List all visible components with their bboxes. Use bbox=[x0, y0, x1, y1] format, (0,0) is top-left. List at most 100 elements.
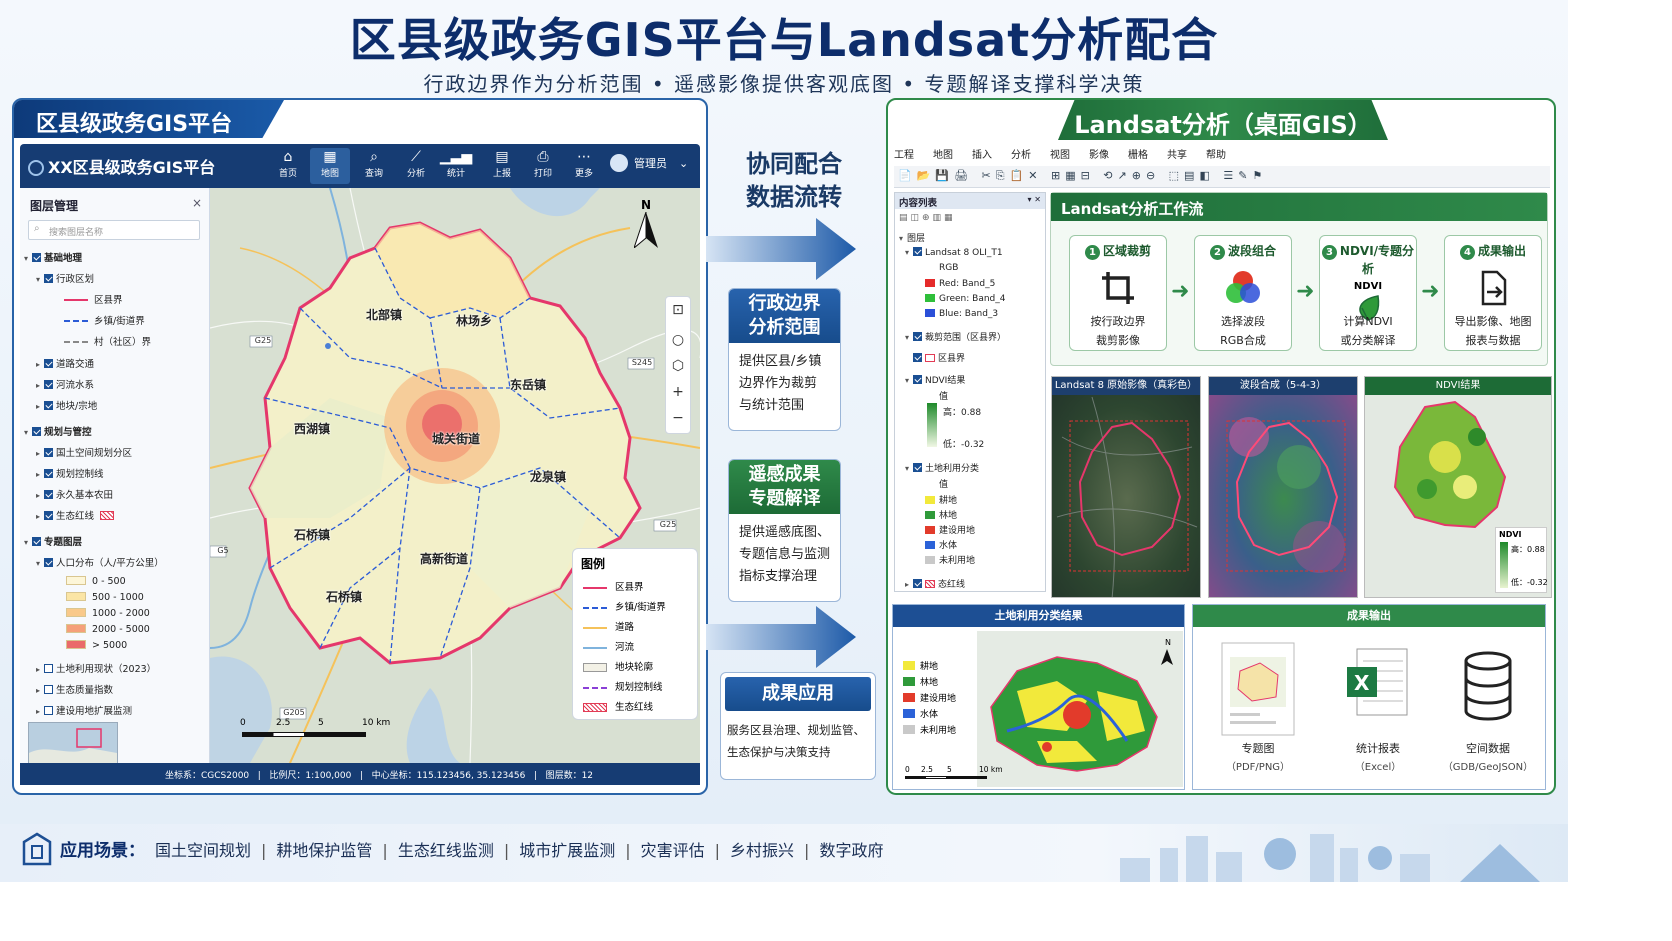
layer-checkbox[interactable] bbox=[44, 490, 53, 499]
chevron-down-icon[interactable]: ▾ bbox=[899, 234, 907, 243]
chevron-right-icon[interactable]: ▸ bbox=[36, 491, 44, 500]
nav-print[interactable]: ⎙ 打印 bbox=[523, 148, 563, 184]
chevron-down-icon[interactable]: ▾ bbox=[905, 376, 913, 385]
nav-more[interactable]: ⋯ 更多 bbox=[564, 148, 604, 184]
tree-planning[interactable]: ▾ 规划与管控 bbox=[24, 424, 92, 438]
zoom-in-button[interactable]: + bbox=[666, 379, 690, 405]
layer-checkbox[interactable] bbox=[32, 253, 41, 262]
tree-eco-index[interactable]: ▸ 生态质量指数 bbox=[36, 682, 113, 696]
workflow-step-4[interactable]: 4 成果输出 导出影像、地图 报表与数据 bbox=[1444, 235, 1542, 351]
output-excel[interactable]: X 统计报表 （Excel） bbox=[1323, 641, 1433, 773]
zoom-out-button[interactable]: − bbox=[666, 405, 690, 431]
tree-farmland[interactable]: ▸ 永久基本农田 bbox=[36, 487, 113, 501]
menu-item[interactable]: 地图 bbox=[933, 150, 953, 161]
chevron-right-icon[interactable]: ▸ bbox=[36, 686, 44, 695]
pin-icon[interactable]: ▾ ✕ bbox=[1027, 195, 1041, 204]
chevron-down-icon[interactable]: ▾ bbox=[24, 254, 32, 263]
layer-checkbox[interactable] bbox=[44, 380, 53, 389]
nav-report[interactable]: ▤ 上报 bbox=[482, 148, 522, 184]
tree-county-boundary[interactable]: 区县界 bbox=[64, 292, 123, 306]
tree-landuse[interactable]: ▸ 土地利用现状（2023） bbox=[36, 661, 156, 675]
layer-checkbox[interactable] bbox=[44, 558, 53, 567]
chevron-right-icon[interactable]: ▸ bbox=[36, 665, 44, 674]
tree-village-boundary[interactable]: 村（社区）界 bbox=[64, 334, 151, 348]
layer-search-input[interactable]: ⌕ 搜索图层名称 bbox=[28, 220, 200, 240]
tree-town-boundary[interactable]: 乡镇/街道界 bbox=[64, 313, 145, 327]
chevron-down-icon[interactable]: ▾ bbox=[905, 333, 913, 342]
layer-checkbox[interactable] bbox=[913, 579, 922, 588]
tree-expansion[interactable]: ▸ 建设用地扩展监测 bbox=[36, 703, 132, 717]
toc-item[interactable]: ▾ Landsat 8 OLI_T1 bbox=[905, 247, 1003, 258]
toc-item[interactable]: ▾ 图层 bbox=[899, 231, 925, 244]
tree-population[interactable]: ▾ 人口分布（人/平方公里） bbox=[36, 555, 164, 569]
chevron-down-icon[interactable]: ▾ bbox=[36, 275, 44, 284]
chevron-right-icon[interactable]: ▸ bbox=[905, 580, 913, 589]
menu-item[interactable]: 视图 bbox=[1050, 150, 1070, 161]
chevron-right-icon[interactable]: ▸ bbox=[36, 512, 44, 521]
toc-item[interactable]: Green: Band_4 bbox=[925, 294, 1005, 304]
polygon-tool-icon[interactable]: ⬡ bbox=[666, 353, 690, 379]
layer-checkbox[interactable] bbox=[913, 353, 922, 362]
toc-item[interactable]: ▾ NDVI结果 bbox=[905, 373, 965, 386]
nav-stats[interactable]: ▁▃▅ 统计 bbox=[436, 148, 476, 184]
workflow-step-3[interactable]: 3 NDVI/专题分析 NDVI 计算NDVI 或分类解译 bbox=[1319, 235, 1417, 351]
toc-item[interactable]: Blue: Band_3 bbox=[925, 309, 998, 319]
tree-thematic[interactable]: ▾ 专题图层 bbox=[24, 534, 82, 548]
tree-roads[interactable]: ▸ 道路交通 bbox=[36, 356, 94, 370]
tree-basic-geo[interactable]: ▾ 基础地理 bbox=[24, 250, 82, 264]
menu-item[interactable]: 影像 bbox=[1089, 150, 1109, 161]
workflow-step-2[interactable]: 2 波段组合 选择波段 RGB合成 bbox=[1194, 235, 1292, 351]
layer-checkbox[interactable] bbox=[44, 706, 53, 715]
image-true-color[interactable]: Landsat 8 原始影像（真彩色） bbox=[1051, 376, 1201, 598]
layer-checkbox[interactable] bbox=[44, 448, 53, 457]
tree-control-line[interactable]: ▸ 规划控制线 bbox=[36, 466, 104, 480]
toc-item[interactable]: ▸ 态红线 bbox=[905, 577, 965, 590]
layer-checkbox[interactable] bbox=[32, 537, 41, 546]
layer-checkbox[interactable] bbox=[913, 332, 922, 341]
chevron-right-icon[interactable]: ▸ bbox=[36, 707, 44, 716]
tree-rivers[interactable]: ▸ 河流水系 bbox=[36, 377, 94, 391]
layer-checkbox[interactable] bbox=[44, 401, 53, 410]
workflow-step-1[interactable]: 1 区域裁剪 按行政边界 裁剪影像 bbox=[1069, 235, 1167, 351]
layer-checkbox[interactable] bbox=[44, 359, 53, 368]
layer-checkbox[interactable] bbox=[913, 375, 922, 384]
screenshot-tool-icon[interactable]: ⊡ bbox=[666, 297, 690, 323]
tree-parcels[interactable]: ▸ 地块/宗地 bbox=[36, 398, 97, 412]
tree-admin[interactable]: ▾ 行政区划 bbox=[36, 271, 94, 285]
toc-item[interactable]: 高：0.88 bbox=[943, 405, 981, 418]
toc-item[interactable]: ▾ 裁剪范围（区县界） bbox=[905, 330, 1006, 343]
landuse-map[interactable]: N bbox=[977, 631, 1183, 787]
toc-item[interactable]: RGB bbox=[939, 263, 958, 273]
close-icon[interactable]: × bbox=[192, 196, 202, 210]
output-thematic-map[interactable]: 专题图 （PDF/PNG） bbox=[1203, 641, 1313, 773]
menu-item[interactable]: 插入 bbox=[972, 150, 992, 161]
menu-item[interactable]: 共享 bbox=[1167, 150, 1187, 161]
layer-checkbox[interactable] bbox=[32, 427, 41, 436]
layer-checkbox[interactable] bbox=[44, 274, 53, 283]
nav-analysis[interactable]: ⟋ 分析 bbox=[396, 148, 436, 184]
tree-eco-redline[interactable]: ▸ 生态红线 bbox=[36, 508, 115, 522]
layer-checkbox[interactable] bbox=[44, 664, 53, 673]
tree-zoning[interactable]: ▸ 国土空间规划分区 bbox=[36, 445, 132, 459]
circle-tool-icon[interactable]: ○ bbox=[666, 327, 690, 353]
user-menu[interactable]: 管理员 ⌄ bbox=[610, 154, 688, 172]
layer-checkbox[interactable] bbox=[913, 463, 922, 472]
toc-item[interactable]: 低：-0.32 bbox=[943, 437, 984, 450]
menu-item[interactable]: 工程 bbox=[894, 150, 914, 161]
layer-checkbox[interactable] bbox=[44, 511, 53, 520]
toc-toolbar[interactable]: ▤◫⊕▥▦ bbox=[899, 213, 956, 223]
toc-item[interactable]: ▾ 土地利用分类 bbox=[905, 461, 979, 474]
toc-item[interactable]: 区县界 bbox=[913, 351, 965, 364]
layer-checkbox[interactable] bbox=[44, 469, 53, 478]
layer-checkbox[interactable] bbox=[44, 685, 53, 694]
chevron-right-icon[interactable]: ▸ bbox=[36, 360, 44, 369]
chevron-right-icon[interactable]: ▸ bbox=[36, 449, 44, 458]
image-ndvi[interactable]: NDVI结果 NDVI 高：0.88 低：-0.32 bbox=[1364, 376, 1552, 598]
image-band-combo[interactable]: 波段合成（5-4-3） bbox=[1208, 376, 1358, 598]
nav-map[interactable]: ▦ 地图 bbox=[310, 148, 350, 184]
chevron-down-icon[interactable]: ▾ bbox=[905, 464, 913, 473]
nav-search[interactable]: ⌕ 查询 bbox=[354, 148, 394, 184]
layer-checkbox[interactable] bbox=[913, 247, 922, 256]
chevron-down-icon[interactable]: ▾ bbox=[36, 559, 44, 568]
menu-item[interactable]: 栅格 bbox=[1128, 150, 1148, 161]
